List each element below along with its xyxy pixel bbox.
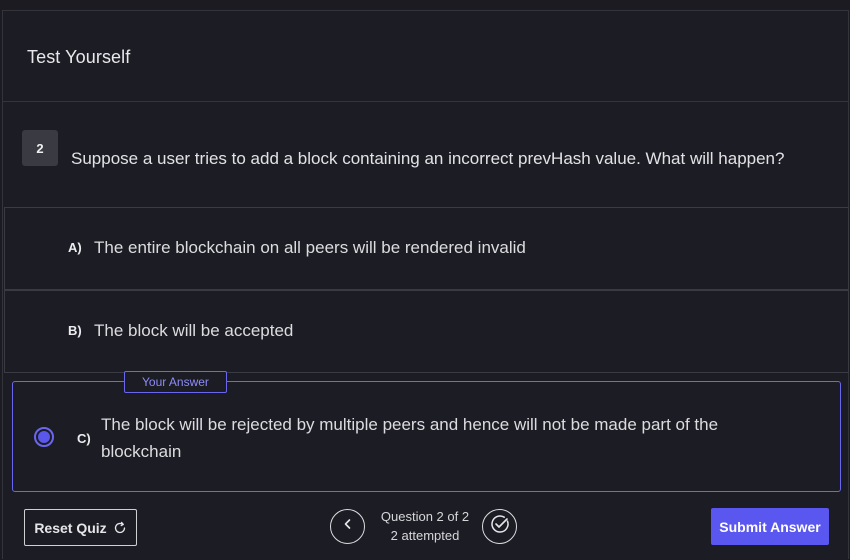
reset-quiz-button[interactable]: Reset Quiz bbox=[24, 509, 137, 546]
question-text: Suppose a user tries to add a block cont… bbox=[71, 149, 785, 168]
option-text: The block will be rejected by multiple p… bbox=[101, 415, 719, 461]
chevron-left-icon bbox=[341, 517, 355, 536]
quiz-header: Test Yourself bbox=[3, 11, 848, 102]
attempted-count: 2 attempted bbox=[390, 528, 460, 543]
submit-answer-button[interactable]: Submit Answer bbox=[711, 508, 829, 545]
refresh-icon bbox=[113, 521, 127, 535]
quiz-title: Test Yourself bbox=[27, 47, 131, 67]
quiz-footer: Reset Quiz Question 2 of 2 2 attempted S… bbox=[3, 501, 848, 560]
question-number-badge: 2 bbox=[22, 130, 58, 166]
check-answers-button[interactable] bbox=[482, 509, 517, 544]
option-c-selected[interactable]: Your Answer C) The block will be rejecte… bbox=[12, 371, 841, 492]
option-letter: A) bbox=[68, 240, 82, 255]
question-area: 2 Suppose a user tries to add a block co… bbox=[3, 102, 848, 208]
question-progress: Question 2 of 2 2 attempted bbox=[375, 507, 475, 545]
option-letter: B) bbox=[68, 323, 82, 338]
option-text: The entire blockchain on all peers will … bbox=[94, 238, 526, 257]
reset-quiz-label: Reset Quiz bbox=[34, 519, 107, 536]
option-letter: C) bbox=[77, 431, 91, 446]
question-counter: Question 2 of 2 bbox=[380, 509, 470, 524]
previous-question-button[interactable] bbox=[330, 509, 365, 544]
option-a[interactable]: A) The entire blockchain on all peers wi… bbox=[4, 207, 849, 290]
check-circle-icon bbox=[489, 513, 511, 540]
option-b[interactable]: B) The block will be accepted bbox=[4, 290, 849, 373]
selected-radio[interactable] bbox=[34, 427, 54, 447]
quiz-card: Test Yourself 2 Suppose a user tries to … bbox=[2, 10, 849, 560]
option-text: The block will be accepted bbox=[94, 321, 294, 340]
your-answer-tag: Your Answer bbox=[124, 371, 227, 393]
radio-dot bbox=[38, 431, 50, 443]
